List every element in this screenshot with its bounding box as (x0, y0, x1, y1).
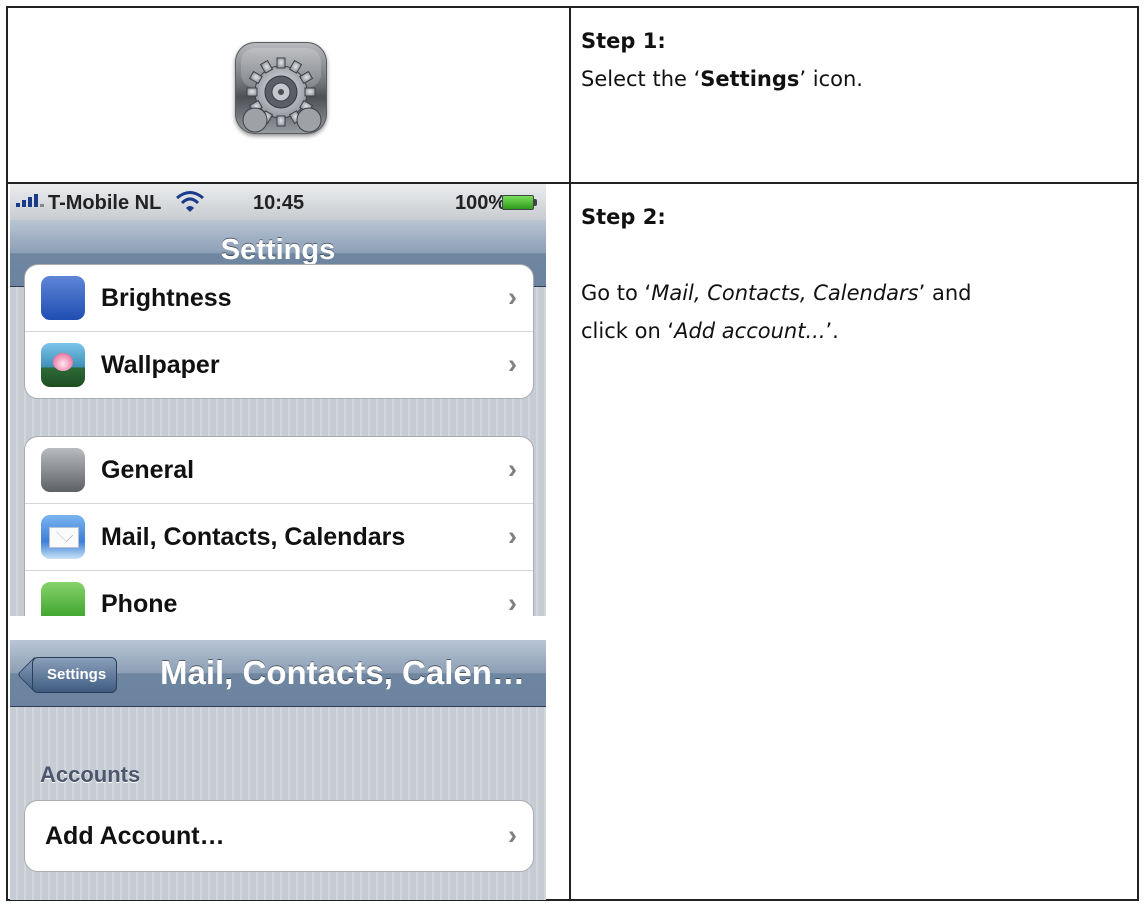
nav-title: Mail, Contacts, Calen… (160, 654, 525, 691)
chevron-right-icon: › (508, 820, 517, 850)
chevron-right-icon: › (508, 521, 517, 551)
battery-percent: 100% (455, 192, 507, 214)
step2-instruction-line1: Go to ‘Mail, Contacts, Calendars’ and (581, 281, 972, 305)
chevron-right-icon: › (508, 454, 517, 484)
add-account-label: Add Account… (45, 821, 225, 850)
settings-row-phone[interactable]: Phone › (25, 571, 533, 616)
step1-text-cell: Step 1: Select the ‘Settings’ icon. (569, 6, 1139, 184)
step2-heading: Step 2: (581, 205, 666, 229)
step1-heading: Step 1: (581, 29, 666, 53)
back-button[interactable]: Settings (32, 657, 118, 693)
mail-navbar: Settings Mail, Contacts, Calen… (10, 640, 546, 707)
settings-row-wallpaper[interactable]: Wallpaper › (25, 332, 533, 398)
settings-row-general[interactable]: General › (25, 437, 533, 504)
settings-group-general: General › Mail, Contacts, Calendars › Ph… (24, 436, 534, 616)
settings-row-mail-contacts-calendars[interactable]: Mail, Contacts, Calendars › (25, 504, 533, 571)
status-bar: T-Mobile NL 10:45 100% (10, 184, 546, 220)
chevron-right-icon: › (508, 588, 517, 616)
settings-gear-icon[interactable] (235, 42, 327, 134)
general-gear-icon (41, 448, 85, 492)
wifi-icon (175, 189, 205, 219)
wallpaper-icon (41, 343, 85, 387)
battery-icon (502, 195, 537, 210)
carrier-label: T-Mobile NL (48, 192, 162, 214)
section-header-accounts: Accounts (40, 762, 141, 787)
mail-settings-screenshot: Settings Mail, Contacts, Calen… Accounts… (10, 640, 546, 900)
step1-instruction: Select the ‘Settings’ icon. (581, 67, 863, 91)
settings-screenshot: T-Mobile NL 10:45 100% Settings Brightne… (10, 184, 546, 616)
signal-icon (16, 194, 44, 207)
accounts-group: Add Account… › (24, 800, 534, 872)
settings-group-display: Brightness › Wallpaper › (24, 264, 534, 399)
phone-icon (41, 582, 85, 616)
add-account-row[interactable]: Add Account… › (25, 801, 533, 871)
settings-row-brightness[interactable]: Brightness › (25, 265, 533, 332)
step2-instruction-line2: click on ‘Add account...’. (581, 319, 839, 343)
clock: 10:45 (253, 192, 305, 214)
step1-image-cell (6, 6, 571, 184)
chevron-right-icon: › (508, 349, 517, 379)
chevron-right-icon: › (508, 282, 517, 312)
nav-title: Settings (220, 234, 336, 266)
step2-text-cell: Step 2: Go to ‘Mail, Contacts, Calendars… (569, 182, 1139, 901)
brightness-icon (41, 276, 85, 320)
mail-icon (41, 515, 85, 559)
